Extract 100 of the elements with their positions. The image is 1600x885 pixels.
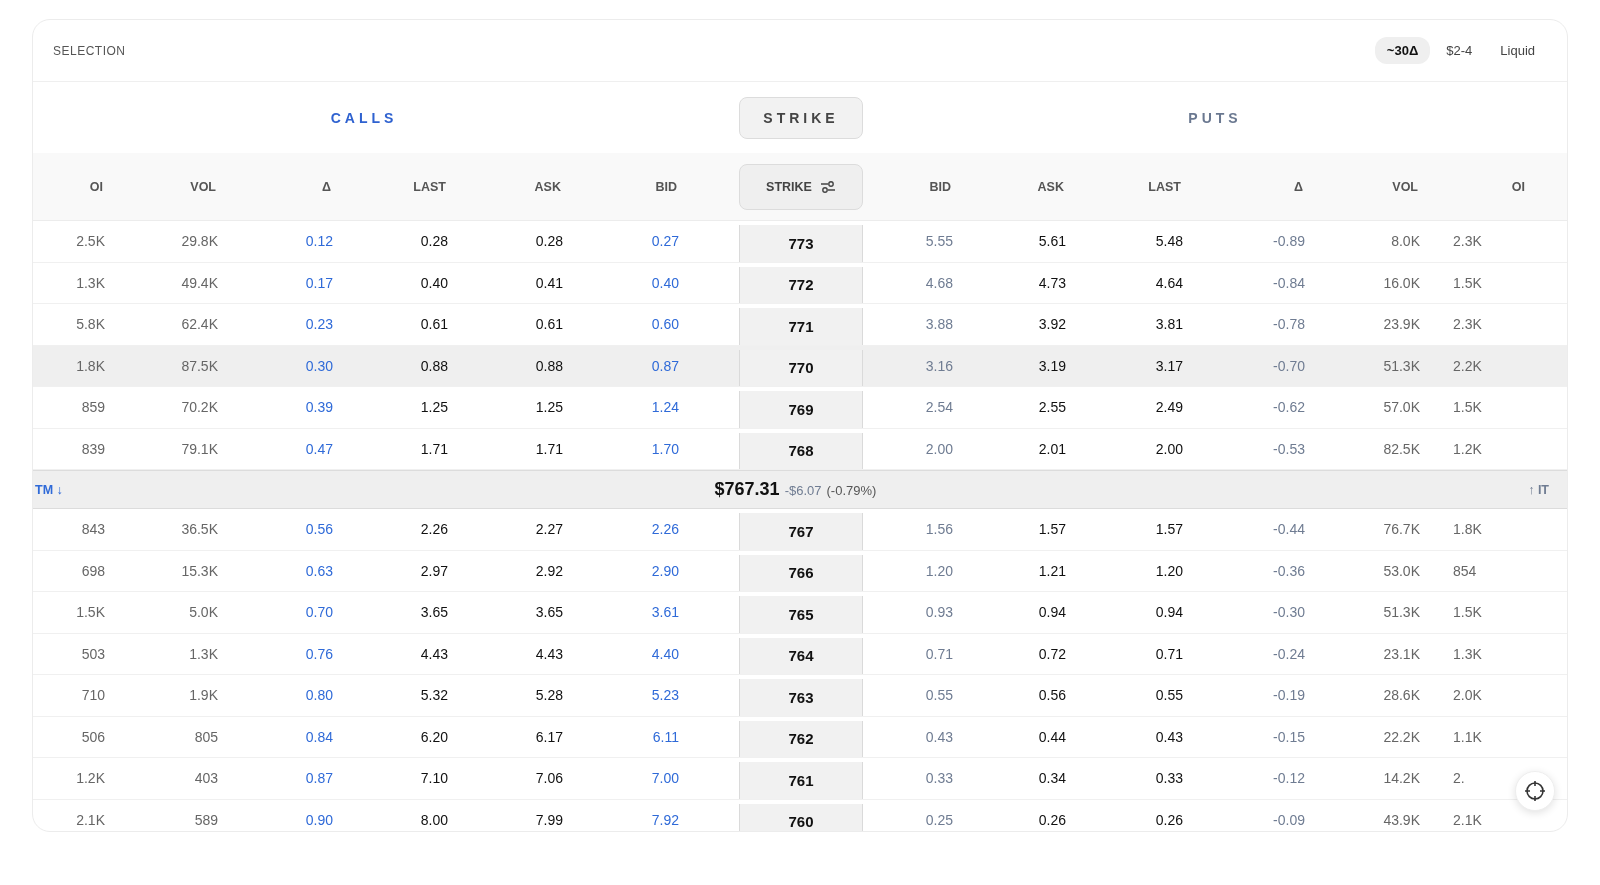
volume-cell-text: 15.3K [180, 562, 219, 579]
ask-cell-text: 3.65 [534, 604, 564, 621]
delta-cell-text: -0.78 [1272, 316, 1306, 333]
bid-cell-text: 3.16 [924, 357, 954, 374]
delta-cell-text: -0.62 [1272, 399, 1306, 416]
strike-cell: 762 [739, 720, 863, 757]
column-header[interactable]: VOL [1321, 179, 1436, 194]
last-cell-text: 1.57 [1154, 521, 1184, 538]
chain-row[interactable]: 710 1.9K 0.80 5.32 5.28 5.23 763 0.55 0.56 0.55 -0.19 28.6K 2.0K [33, 675, 1567, 717]
filter-chip[interactable]: ~30Δ [1374, 37, 1431, 64]
last-cell-text: 2.97 [419, 562, 449, 579]
volume-cell-text: 589 [193, 811, 219, 828]
delta-cell-text: 0.80 [304, 687, 334, 704]
column-header[interactable]: OI [1436, 179, 1543, 194]
bid-cell-text: 2.26 [650, 521, 680, 538]
bid-cell-text: 1.56 [924, 521, 954, 538]
column-header[interactable]: ASK [969, 179, 1082, 194]
last-cell-text: 0.55 [1154, 687, 1184, 704]
volume-cell-text: 29.8K [180, 233, 219, 250]
oi-cell-text: 1.8K [75, 357, 106, 374]
oi-cell-text: 843 [80, 521, 106, 538]
bid-cell-text: 0.71 [924, 645, 954, 662]
last-cell-text: 3.81 [1154, 316, 1184, 333]
section-title: SELECTION [53, 43, 126, 58]
bid-cell-text: 0.93 [924, 604, 954, 621]
last-cell-text: 3.65 [419, 604, 449, 621]
filter-chip[interactable]: Liquid [1488, 37, 1547, 64]
filter-chip[interactable]: $2-4 [1434, 37, 1485, 64]
column-header[interactable]: OI [33, 179, 121, 194]
chain-row[interactable]: 843 36.5K 0.56 2.26 2.27 2.26 767 1.56 1.57 1.57 -0.44 76.7K 1.8K [33, 509, 1567, 551]
volume-cell-text: 1.9K [188, 687, 219, 704]
oi-cell-text: 1.8K [1452, 521, 1483, 538]
column-header[interactable]: BID [863, 179, 969, 194]
volume-cell-text: 36.5K [180, 521, 219, 538]
chain-row[interactable]: 1.3K 49.4K 0.17 0.40 0.41 0.40 772 4.68 4.73 4.64 -0.84 16.0K 1.5K [33, 262, 1567, 304]
bid-cell-text: 0.25 [924, 811, 954, 828]
bid-cell-text: 0.87 [650, 357, 680, 374]
delta-cell-text: 0.17 [304, 274, 334, 291]
chain-row[interactable]: 5.8K 62.4K 0.23 0.61 0.61 0.60 771 3.88 3.92 3.81 -0.78 23.9K 2.3K [33, 304, 1567, 346]
delta-cell-text: 0.39 [304, 399, 334, 416]
chain-row[interactable]: 2.1K 589 0.90 8.00 7.99 7.92 760 0.25 0.26 0.26 -0.09 43.9K 2.1K [33, 799, 1567, 831]
otm-link[interactable]: TM ↓ [35, 482, 63, 497]
bid-cell-text: 1.70 [650, 440, 680, 457]
chain-row[interactable]: 506 805 0.84 6.20 6.17 6.11 762 0.43 0.44 0.43 -0.15 22.2K 1.1K [33, 716, 1567, 758]
last-cell-text: 0.40 [419, 274, 449, 291]
volume-cell-text: 49.4K [180, 274, 219, 291]
bid-cell-text: 0.27 [650, 233, 680, 250]
strike-cell: 771 [739, 308, 863, 345]
ask-cell-text: 4.43 [534, 645, 564, 662]
last-cell-text: 0.71 [1154, 645, 1184, 662]
ask-cell-text: 0.88 [534, 357, 564, 374]
delta-cell-text: -0.89 [1272, 233, 1306, 250]
chain-row[interactable]: 2.5K 29.8K 0.12 0.28 0.28 0.27 773 5.55 5.61 5.48 -0.89 8.0K 2.3K [33, 221, 1567, 263]
recenter-button[interactable] [1515, 771, 1555, 811]
column-header[interactable]: LAST [1082, 179, 1199, 194]
delta-cell-text: -0.15 [1272, 728, 1306, 745]
column-header[interactable]: BID [579, 179, 695, 194]
volume-cell-text: 16.0K [1382, 274, 1421, 291]
puts-heading: PUTS [1187, 109, 1243, 126]
ask-cell-text: 7.99 [534, 811, 564, 828]
chain-row[interactable]: 859 70.2K 0.39 1.25 1.25 1.24 769 2.54 2.55 2.49 -0.62 57.0K 1.5K [33, 387, 1567, 429]
strike-cell: 772 [739, 266, 863, 303]
chain-row[interactable]: 503 1.3K 0.76 4.43 4.43 4.40 764 0.71 0.72 0.71 -0.24 23.1K 1.3K [33, 633, 1567, 675]
strike-cell: 765 [739, 596, 863, 633]
ask-cell-text: 2.55 [1037, 399, 1067, 416]
column-header[interactable]: Δ [1199, 179, 1321, 194]
bid-cell-text: 5.55 [924, 233, 954, 250]
volume-cell-text: 62.4K [180, 316, 219, 333]
chain-row[interactable]: 1.5K 5.0K 0.70 3.65 3.65 3.61 765 0.93 0.94 0.94 -0.30 51.3K 1.5K [33, 592, 1567, 634]
last-cell-text: 8.00 [419, 811, 449, 828]
bid-cell-text: 3.61 [650, 604, 680, 621]
ask-cell-text: 0.61 [534, 316, 564, 333]
volume-cell-text: 57.0K [1382, 399, 1421, 416]
crosshair-icon [1524, 780, 1546, 802]
column-header[interactable]: LAST [349, 179, 464, 194]
bid-cell-text: 7.92 [650, 811, 680, 828]
volume-cell-text: 5.0K [188, 604, 219, 621]
delta-cell-text: -0.36 [1272, 562, 1306, 579]
oi-cell-text: 2.1K [1452, 811, 1483, 828]
ask-cell-text: 4.73 [1037, 274, 1067, 291]
volume-cell-text: 805 [193, 728, 219, 745]
strike-sort-button[interactable]: STRIKE [739, 163, 863, 210]
price-change: -$6.07 [784, 483, 822, 498]
column-header[interactable]: Δ [234, 179, 349, 194]
column-header[interactable]: ASK [464, 179, 579, 194]
ask-cell-text: 1.25 [534, 399, 564, 416]
strike-heading-button[interactable]: STRIKE [739, 96, 863, 139]
oi-cell-text: 2.5K [75, 233, 106, 250]
oi-cell-text: 1.1K [1452, 728, 1483, 745]
last-cell-text: 3.17 [1154, 357, 1184, 374]
chain-row[interactable]: 698 15.3K 0.63 2.97 2.92 2.90 766 1.20 1.21 1.20 -0.36 53.0K 854 [33, 550, 1567, 592]
bid-cell-text: 6.11 [651, 728, 680, 745]
delta-cell-text: 0.47 [304, 440, 334, 457]
column-header[interactable]: VOL [121, 179, 234, 194]
chain-row[interactable]: 1.8K 87.5K 0.30 0.88 0.88 0.87 770 3.16 3.19 3.17 -0.70 51.3K 2.2K [33, 345, 1567, 387]
delta-cell-text: -0.30 [1272, 604, 1306, 621]
itm-link[interactable]: ↑ IT [1528, 482, 1549, 497]
strike-cell: 773 [739, 225, 863, 262]
delta-cell-text: 0.76 [304, 645, 334, 662]
last-cell-text: 2.49 [1154, 399, 1184, 416]
